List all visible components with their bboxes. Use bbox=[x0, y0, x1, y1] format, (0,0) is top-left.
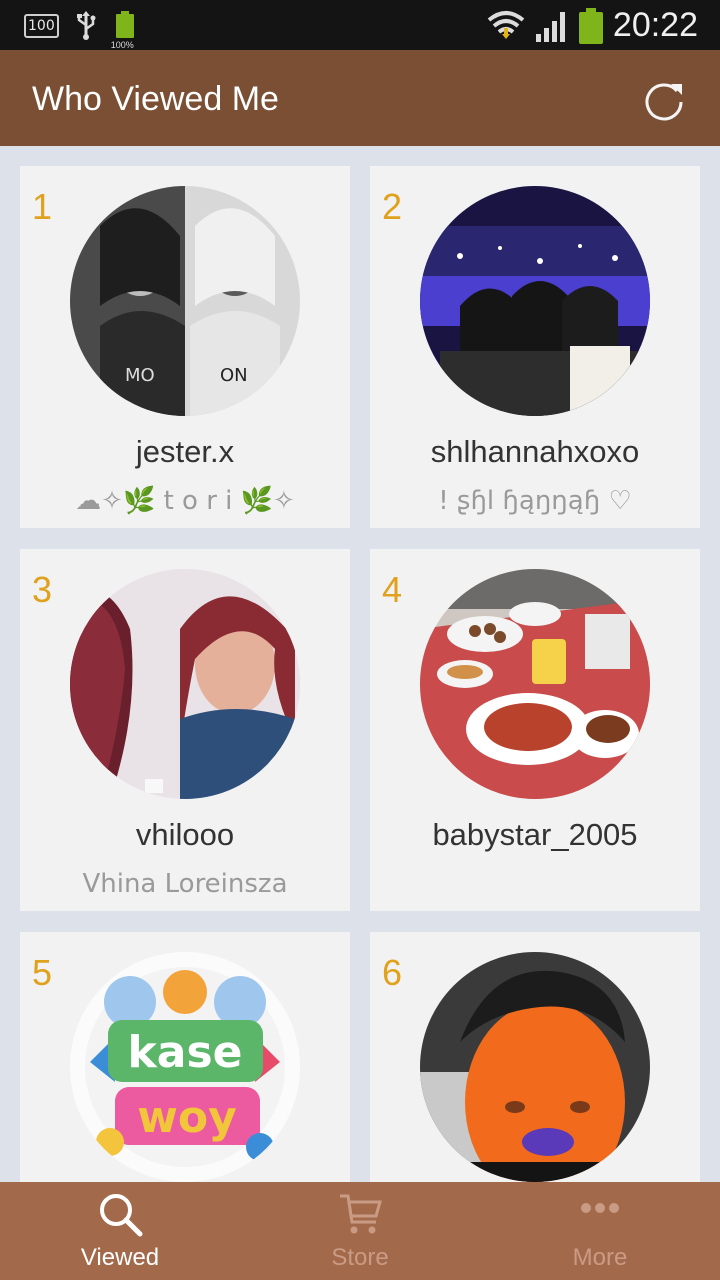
svg-text:woy: woy bbox=[137, 1092, 237, 1143]
viewer-card[interactable]: 6 bbox=[370, 932, 700, 1182]
battery-full-icon: 100% bbox=[111, 10, 135, 50]
page-title: Who Viewed Me bbox=[32, 80, 279, 118]
avatar[interactable] bbox=[420, 569, 650, 799]
more-icon bbox=[581, 1203, 619, 1213]
full-name: Vhina Loreinsza bbox=[82, 869, 288, 899]
cart-icon bbox=[340, 1194, 382, 1234]
refresh-icon[interactable] bbox=[642, 78, 686, 122]
nav-viewed-label: Viewed bbox=[80, 1244, 160, 1271]
battery-icon bbox=[578, 7, 603, 44]
username: babystar_2005 bbox=[432, 817, 638, 852]
svg-text:ON: ON bbox=[220, 365, 248, 386]
svg-text:MO: MO bbox=[125, 365, 155, 386]
full-name: ! ʂɧl ɧąŋŋąɧ ♡ bbox=[438, 486, 632, 516]
app-header: Who Viewed Me bbox=[0, 50, 720, 146]
svg-text:kase: kase bbox=[128, 1027, 243, 1078]
rank-number: 2 bbox=[382, 186, 403, 227]
rank-number: 1 bbox=[32, 186, 53, 227]
nav-store-label: Store bbox=[331, 1244, 389, 1271]
avatar[interactable] bbox=[70, 569, 300, 799]
bottom-nav: Viewed Store More bbox=[0, 1182, 720, 1280]
avatar[interactable]: kase woy bbox=[70, 952, 300, 1182]
avatar[interactable]: MO ON bbox=[70, 186, 300, 416]
viewer-card[interactable]: 2 shlhannahxoxo ! ʂɧl ɧąŋŋąɧ ♡ bbox=[370, 166, 700, 528]
clock: 20:22 bbox=[612, 6, 698, 44]
nav-viewed[interactable]: Viewed bbox=[0, 1182, 240, 1280]
nav-more-label: More bbox=[572, 1244, 628, 1271]
username: jester.x bbox=[135, 434, 235, 469]
nav-store[interactable]: Store bbox=[240, 1182, 480, 1280]
status-bar: 100 100% 20:22 bbox=[0, 0, 720, 50]
rank-number: 3 bbox=[32, 569, 53, 610]
viewer-grid: 1 MO ON jester.x ☁✧🌿 t o r i 🌿✧ 2 shlhan… bbox=[0, 146, 720, 1182]
wifi-icon bbox=[487, 10, 525, 39]
full-name: ☁✧🌿 t o r i 🌿✧ bbox=[75, 486, 295, 516]
rank-number: 4 bbox=[382, 569, 403, 610]
signal-icon bbox=[535, 11, 565, 42]
avatar[interactable] bbox=[420, 952, 650, 1182]
avatar[interactable] bbox=[420, 186, 650, 416]
rank-number: 5 bbox=[32, 952, 53, 993]
search-icon bbox=[100, 1194, 143, 1237]
viewer-card[interactable]: 3 vhilooo Vhina Loreinsza bbox=[20, 549, 350, 911]
viewer-card[interactable]: 5 kase woy bbox=[20, 932, 350, 1182]
viewer-card[interactable]: 4 babystar_2005 bbox=[370, 549, 700, 911]
rank-number: 6 bbox=[382, 952, 403, 993]
username: shlhannahxoxo bbox=[430, 434, 640, 469]
usb-icon bbox=[76, 11, 96, 40]
username: vhilooo bbox=[135, 817, 235, 852]
storage-icon: 100 bbox=[24, 14, 59, 38]
viewer-card[interactable]: 1 MO ON jester.x ☁✧🌿 t o r i 🌿✧ bbox=[20, 166, 350, 528]
nav-more[interactable]: More bbox=[480, 1182, 720, 1280]
